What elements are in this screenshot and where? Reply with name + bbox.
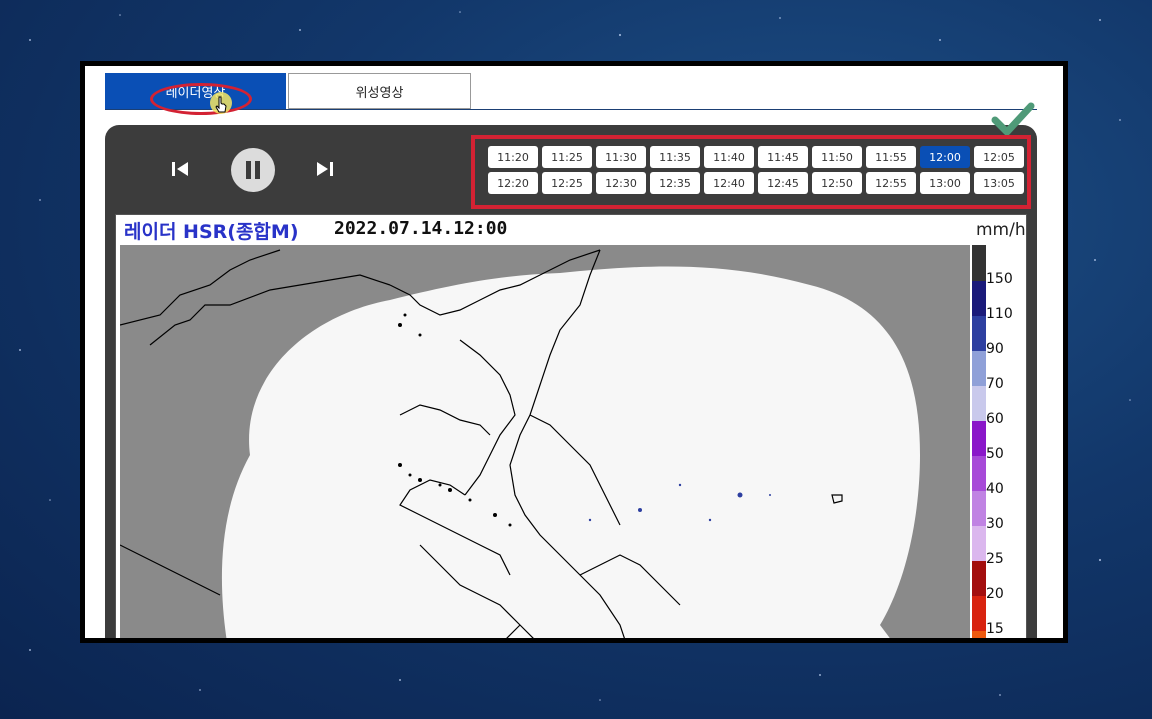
- legend-swatch: [972, 631, 986, 638]
- legend-label: 15: [986, 621, 1004, 637]
- time-button[interactable]: 12:50: [812, 172, 862, 194]
- hand-cursor-icon: [210, 92, 232, 114]
- tab-underline: [105, 109, 1037, 110]
- legend-swatch: [972, 491, 986, 526]
- time-button[interactable]: 12:20: [488, 172, 538, 194]
- legend-swatch: [972, 386, 986, 421]
- skip-previous-icon: [172, 162, 188, 176]
- legend-swatch: [972, 456, 986, 491]
- legend-swatch: [972, 316, 986, 351]
- legend-swatch: [972, 281, 986, 316]
- time-button[interactable]: 11:55: [866, 146, 916, 168]
- legend-label: 110: [986, 306, 1013, 322]
- time-button[interactable]: 12:25: [542, 172, 592, 194]
- legend-label: 150: [986, 271, 1013, 287]
- tab-satellite[interactable]: 위성영상: [288, 73, 471, 109]
- skip-next-icon: [317, 162, 333, 176]
- time-button[interactable]: 11:20: [488, 146, 538, 168]
- map-datetime: 2022.07.14.12:00: [334, 218, 508, 239]
- legend-label: 40: [986, 481, 1004, 497]
- pause-button[interactable]: [231, 148, 275, 192]
- pause-icon: [246, 161, 260, 179]
- radar-map: 레이더 HSR(종합M) 2022.07.14.12:00 mm/h 150 1…: [115, 214, 1027, 638]
- time-button[interactable]: 11:45: [758, 146, 808, 168]
- time-button[interactable]: 12:55: [866, 172, 916, 194]
- radar-coverage-map: [120, 245, 986, 638]
- legend-label: 25: [986, 551, 1004, 567]
- legend-swatch: [972, 351, 986, 386]
- content-window: 레이더영상 위성영상 11:20 11:25 11:30 11:35 11:40…: [85, 66, 1063, 638]
- time-selector-highlight: 11:20 11:25 11:30 11:35 11:40 11:45 11:50 11:55…: [471, 135, 1031, 209]
- screenshot-frame: 레이더영상 위성영상 11:20 11:25 11:30 11:35 11:40…: [80, 61, 1068, 643]
- time-button[interactable]: 12:30: [596, 172, 646, 194]
- time-button[interactable]: 11:40: [704, 146, 754, 168]
- legend-label: 50: [986, 446, 1004, 462]
- next-button[interactable]: [315, 160, 335, 182]
- time-button[interactable]: 13:05: [974, 172, 1024, 194]
- time-button[interactable]: 11:30: [596, 146, 646, 168]
- time-button[interactable]: 11:25: [542, 146, 592, 168]
- map-title: 레이더 HSR(종합M): [124, 221, 299, 243]
- legend-label: 60: [986, 411, 1004, 427]
- previous-button[interactable]: [170, 160, 190, 182]
- time-button[interactable]: 13:00: [920, 172, 970, 194]
- time-grid: 11:20 11:25 11:30 11:35 11:40 11:45 11:50 11:55…: [488, 146, 1024, 194]
- legend-swatch: [972, 561, 986, 596]
- time-button[interactable]: 12:45: [758, 172, 808, 194]
- legend-unit: mm/h: [976, 220, 1026, 240]
- time-button[interactable]: 11:35: [650, 146, 700, 168]
- time-button[interactable]: 11:50: [812, 146, 862, 168]
- legend-swatch: [972, 421, 986, 456]
- time-button[interactable]: 12:35: [650, 172, 700, 194]
- checkmark-icon: [991, 102, 1035, 136]
- time-button[interactable]: 12:00: [920, 146, 970, 168]
- legend-label: 20: [986, 586, 1004, 602]
- legend-label: 70: [986, 376, 1004, 392]
- tab-satellite-label: 위성영상: [355, 85, 404, 101]
- time-button[interactable]: 12:40: [704, 172, 754, 194]
- legend-swatch: [972, 596, 986, 631]
- legend-swatch: [972, 526, 986, 561]
- radar-panel: 11:20 11:25 11:30 11:35 11:40 11:45 11:50 11:55…: [105, 102, 1037, 638]
- time-button[interactable]: 12:05: [974, 146, 1024, 168]
- legend-label: 90: [986, 341, 1004, 357]
- legend-label: 30: [986, 516, 1004, 532]
